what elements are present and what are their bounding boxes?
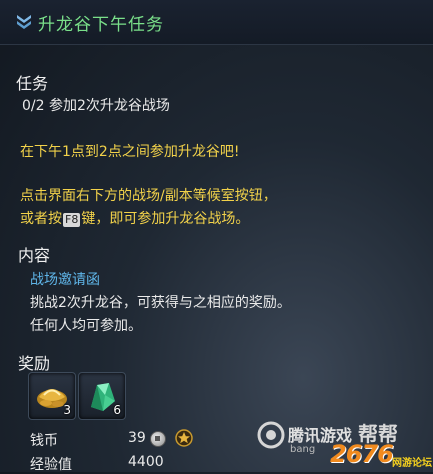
watermark-logo: 2676 — [330, 440, 394, 468]
money-label: 钱币 — [30, 433, 58, 449]
quest-title: 升龙谷下午任务 — [38, 15, 164, 35]
task-objective: 0/2 参加2次升龙谷战场 — [22, 98, 170, 114]
watermark-sub: bang — [290, 444, 316, 455]
note-hotkey-suffix: 键，即可参加升龙谷战场。 — [81, 211, 250, 227]
task-heading: 任务 — [16, 74, 49, 93]
quest-chevron-icon — [17, 15, 31, 29]
tencent-games-logo-icon — [257, 421, 285, 449]
quest-tooltip: 升龙谷下午任务 任务 0/2 参加2次升龙谷战场 在下午1点到2点之间参加升龙谷… — [0, 0, 433, 473]
f8-key-badge: F8 — [63, 213, 81, 227]
reward-slot-crystal[interactable]: 6 — [78, 372, 126, 420]
content-description: 挑战2次升龙谷，可获得与之相应的奖励。 — [30, 295, 291, 311]
reward-count: 3 — [63, 403, 71, 417]
money-value: 39 — [128, 430, 146, 446]
exp-value: 4400 — [128, 454, 164, 470]
watermark: 腾讯游戏 帮帮 bang 2676 网游论坛 — [250, 418, 433, 472]
content-heading: 内容 — [18, 246, 51, 265]
content-eligibility: 任何人均可参加。 — [30, 318, 142, 334]
reward-count: 6 — [113, 403, 121, 417]
note-hotkey: 或者按 F8 键，即可参加升龙谷战场。 — [20, 208, 249, 228]
exp-label: 经验值 — [30, 457, 72, 473]
silver-coin-icon — [150, 431, 166, 447]
title-bar: 升龙谷下午任务 — [0, 0, 433, 45]
note-time: 在下午1点到2点之间参加升龙谷吧! — [20, 144, 240, 160]
watermark-logo-sub: 网游论坛 — [392, 458, 432, 469]
note-hotkey-prefix: 或者按 — [20, 211, 62, 227]
rewards-heading: 奖励 — [18, 354, 51, 373]
invitation-link[interactable]: 战场邀请函 — [30, 269, 100, 289]
reward-slot-gold[interactable]: 3 — [28, 372, 76, 420]
bonus-star-icon — [175, 429, 193, 447]
note-instruction: 点击界面右下方的战场/副本等候室按钮， — [20, 188, 277, 204]
